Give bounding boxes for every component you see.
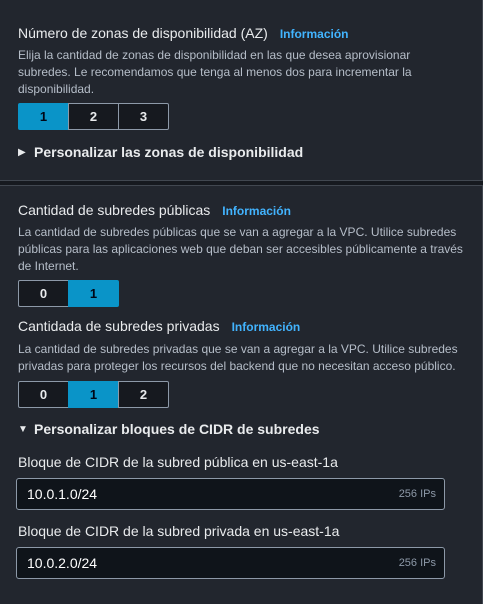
private-subnets-description: La cantidad de subredes privadas que se … <box>18 342 458 373</box>
private-cidr-label: Bloque de CIDR de la subred privada en u… <box>18 523 340 539</box>
az-option-1[interactable]: 1 <box>18 103 69 130</box>
private-subnets-label: Cantidada de subredes privadas <box>18 318 220 334</box>
az-option-3[interactable]: 3 <box>118 103 169 130</box>
private-cidr-value: 10.0.2.0/24 <box>27 555 98 571</box>
private-subnets-option-0[interactable]: 0 <box>18 381 69 408</box>
private-subnets-label-row: Cantidada de subredes privadas Informaci… <box>18 318 300 334</box>
az-label-row: Número de zonas de disponibilidad (AZ) I… <box>18 25 348 41</box>
private-subnets-option-2[interactable]: 2 <box>118 381 169 408</box>
private-subnets-info-link[interactable]: Información <box>232 320 301 334</box>
public-subnets-option-0[interactable]: 0 <box>18 280 69 307</box>
public-cidr-input[interactable]: 10.0.1.0/24 256 IPs <box>16 478 445 510</box>
az-label: Número de zonas de disponibilidad (AZ) <box>18 25 268 41</box>
public-subnets-label: Cantidad de subredes públicas <box>18 202 211 218</box>
public-subnets-info-link[interactable]: Información <box>222 204 291 218</box>
private-cidr-input[interactable]: 10.0.2.0/24 256 IPs <box>16 547 445 579</box>
caret-right-icon: ▶ <box>18 146 26 158</box>
public-cidr-label: Bloque de CIDR de la subred pública en u… <box>18 454 338 470</box>
customize-cidr-label: Personalizar bloques de CIDR de subredes <box>34 421 320 437</box>
private-subnets-option-1[interactable]: 1 <box>68 381 119 408</box>
az-panel: Número de zonas de disponibilidad (AZ) I… <box>0 0 483 181</box>
customize-cidr-expander[interactable]: ▼ Personalizar bloques de CIDR de subred… <box>18 421 320 437</box>
public-subnets-segmented-control: 0 1 <box>18 280 119 307</box>
customize-az-label: Personalizar las zonas de disponibilidad <box>34 144 304 160</box>
private-cidr-ip-count: 256 IPs <box>398 557 436 569</box>
az-description: Elija la cantidad de zonas de disponibil… <box>18 48 412 96</box>
private-subnets-segmented-control: 0 1 2 <box>18 381 169 408</box>
caret-down-icon: ▼ <box>18 423 28 435</box>
subnets-panel: Cantidad de subredes públicas Informació… <box>0 185 483 604</box>
public-subnets-description: La cantidad de subredes públicas que se … <box>18 225 463 273</box>
public-cidr-value: 10.0.1.0/24 <box>27 486 98 502</box>
public-subnets-option-1[interactable]: 1 <box>68 280 119 307</box>
az-info-link[interactable]: Información <box>280 27 349 41</box>
az-option-2[interactable]: 2 <box>68 103 119 130</box>
customize-az-expander[interactable]: ▶ Personalizar las zonas de disponibilid… <box>18 144 303 160</box>
public-cidr-ip-count: 256 IPs <box>398 488 436 500</box>
public-subnets-label-row: Cantidad de subredes públicas Informació… <box>18 202 291 218</box>
az-segmented-control: 1 2 3 <box>18 103 169 130</box>
